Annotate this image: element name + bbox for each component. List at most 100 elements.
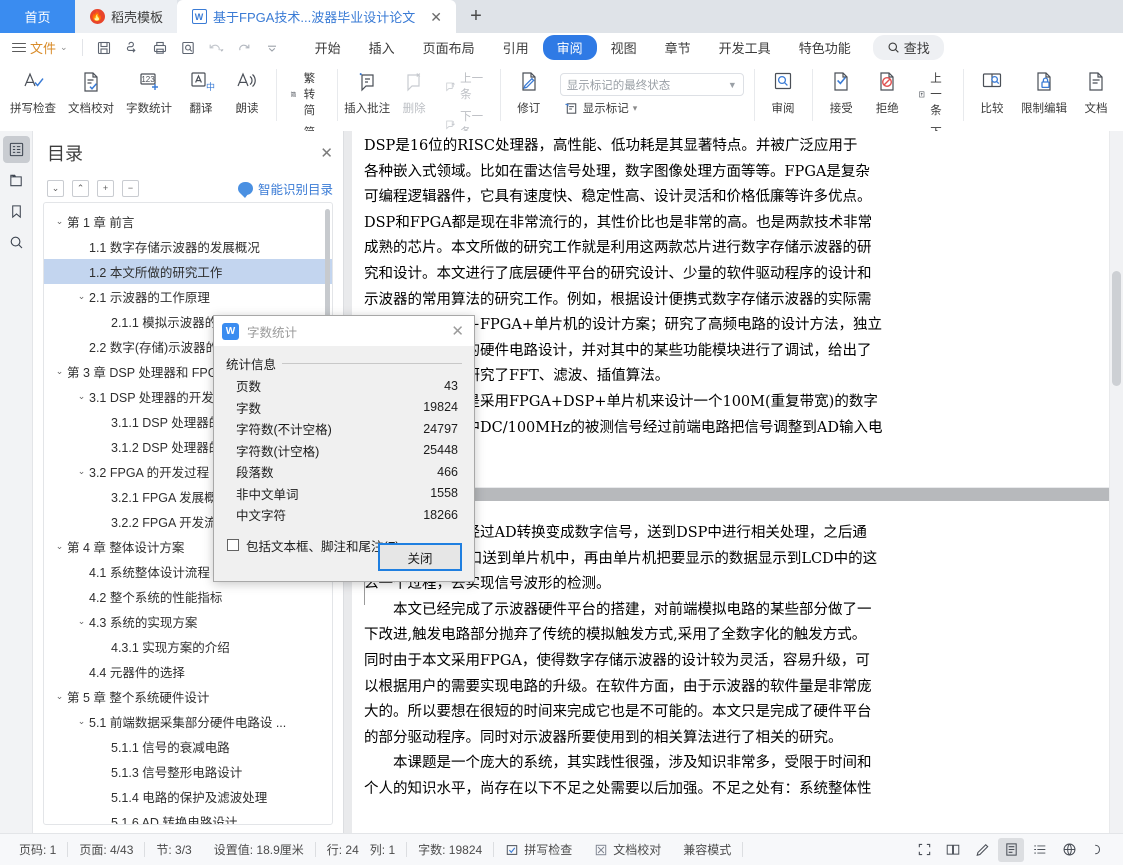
status-pages[interactable]: 页面: 4/43 (68, 841, 144, 858)
compare-button[interactable]: 比较 (969, 64, 1015, 119)
status-line[interactable]: 行: 24 (316, 841, 370, 858)
ribbon-search-button[interactable]: 查找 (872, 35, 944, 60)
status-page-number[interactable]: 页码: 1 (8, 841, 67, 858)
markup-display-select[interactable]: 显示标记的最终状态 ▼ (559, 73, 744, 96)
doc-permission-button[interactable]: 文档 (1073, 64, 1119, 119)
chevron-down-icon[interactable]: ⌄ (52, 691, 67, 702)
ribbon-tab-review[interactable]: 审阅 (542, 35, 597, 60)
outline-item[interactable]: 1.1 数字存储示波器的发展概况 (44, 234, 332, 259)
show-markup-button[interactable]: 显示标记 ▾ (560, 98, 744, 118)
zoom-slider-icon[interactable] (1085, 838, 1111, 862)
document-scrollbar[interactable] (1110, 131, 1123, 833)
outline-item[interactable]: ⌄ 第 5 章 整个系统硬件设计 (44, 684, 332, 709)
outline-item[interactable]: 5.1.1 信号的衰减电路 (44, 734, 332, 759)
cloud-sync-icon[interactable] (119, 36, 145, 60)
outline-item[interactable]: 4.3.1 实现方案的介绍 (44, 634, 332, 659)
prev-comment-button[interactable]: 上一条 (441, 68, 489, 104)
chevron-down-icon[interactable]: ⌄ (52, 541, 67, 552)
outline-item[interactable]: 5.1.4 电路的保护及滤波处理 (44, 784, 332, 809)
trad-to-simp-button[interactable]: 简 繁转简 (286, 68, 327, 120)
close-icon[interactable]: ✕ (447, 322, 468, 340)
chevron-down-icon[interactable]: ⌄ (74, 391, 89, 402)
ribbon-tab-features[interactable]: 特色功能 (785, 35, 865, 60)
edit-layout-icon[interactable] (969, 838, 995, 862)
chevron-down-icon[interactable]: ⌄ (74, 616, 89, 627)
chevron-down-icon[interactable]: ⌄ (52, 216, 67, 227)
close-icon[interactable]: ✕ (430, 10, 442, 24)
status-doc-proof-button[interactable]: 文档校对 (583, 841, 672, 858)
outline-item[interactable]: ⌄ 4.3 系统的实现方案 (44, 609, 332, 634)
outline-item[interactable]: ⌄ 5.1 前端数据采集部分硬件电路设 ... (44, 709, 332, 734)
chevron-up-icon[interactable]: ⌃ (72, 179, 89, 197)
read-aloud-button[interactable]: 朗读 (224, 64, 270, 119)
reject-button[interactable]: 拒绝 (864, 64, 910, 119)
file-menu-button[interactable]: 文件 ⌄ (6, 36, 74, 59)
chevron-down-icon[interactable]: ⌄ (74, 716, 89, 727)
status-setting-value[interactable]: 设置值: 18.9厘米 (203, 841, 315, 858)
search-panel-icon[interactable] (3, 229, 30, 256)
ribbon-tab-start[interactable]: 开始 (301, 35, 355, 60)
outline-item[interactable]: 4.2 整个系统的性能指标 (44, 584, 332, 609)
expand-plus-icon[interactable]: + (97, 179, 114, 197)
ribbon-tab-chapter[interactable]: 章节 (651, 35, 705, 60)
delete-comment-button[interactable]: 删除 (391, 64, 437, 119)
chevron-down-icon[interactable]: ⌄ (52, 366, 67, 377)
ribbon-tab-insert[interactable]: 插入 (355, 35, 409, 60)
outline-item[interactable]: 4.4 元器件的选择 (44, 659, 332, 684)
restrict-edit-button[interactable]: 限制编辑 (1015, 64, 1073, 119)
outline-item[interactable]: 5.1.6 AD 转换电路设计 (44, 809, 332, 824)
status-column[interactable]: 列: 1 (370, 841, 406, 858)
legend-rule (282, 363, 462, 364)
ribbon-tab-developer[interactable]: 开发工具 (705, 35, 785, 60)
thumbnail-panel-icon[interactable] (3, 167, 30, 194)
new-tab-button[interactable]: + (456, 0, 496, 33)
spellcheck-button[interactable]: 拼写检查 (4, 64, 62, 119)
more-commands-icon[interactable] (259, 36, 285, 60)
fullscreen-icon[interactable] (911, 838, 937, 862)
print-preview-icon[interactable] (175, 36, 201, 60)
compare-icon (979, 67, 1005, 97)
chevron-down-icon[interactable]: ⌄ (74, 466, 89, 477)
chevron-down-icon[interactable]: ⌄ (47, 179, 64, 197)
ribbon-tab-reference[interactable]: 引用 (489, 35, 543, 60)
status-section[interactable]: 节: 3/3 (145, 841, 202, 858)
document-scrollbar-thumb[interactable] (1112, 271, 1121, 386)
accept-button[interactable]: 接受 (818, 64, 864, 119)
bookmark-panel-icon[interactable] (3, 198, 30, 225)
collapse-minus-icon[interactable]: − (122, 179, 139, 197)
tab-home[interactable]: 首页 (0, 0, 75, 33)
outline-item[interactable]: 1.2 本文所做的研究工作 (44, 259, 332, 284)
status-spellcheck-button[interactable]: 拼写检查 (494, 841, 583, 858)
print-icon[interactable] (147, 36, 173, 60)
close-button[interactable]: 关闭 (378, 543, 462, 571)
tab-docer-template[interactable]: 🔥 稻壳模板 (75, 0, 178, 33)
read-layout-icon[interactable] (940, 838, 966, 862)
outline-layout-icon[interactable] (1027, 838, 1053, 862)
smart-toc-button[interactable]: 智能识别目录 (237, 179, 333, 198)
ribbon-tab-view[interactable]: 视图 (597, 35, 651, 60)
undo-icon[interactable] (203, 36, 229, 60)
web-layout-icon[interactable] (1056, 838, 1082, 862)
reviewpane-button[interactable]: 审阅 (760, 64, 806, 119)
prev-change-button[interactable]: 上一条 (914, 68, 953, 120)
status-word-count[interactable]: 字数: 19824 (407, 841, 493, 858)
outline-item[interactable]: 5.1.3 信号整形电路设计 (44, 759, 332, 784)
wordcount-button[interactable]: 123 字数统计 (120, 64, 178, 119)
save-icon[interactable] (91, 36, 117, 60)
track-changes-button[interactable]: 修订 (506, 64, 552, 119)
insert-comment-button[interactable]: 插入批注 (343, 64, 391, 119)
word-count-dialog[interactable]: W 字数统计 ✕ 统计信息 页数 43 字数 19824 字符数(不计空格) 24797 字… (213, 315, 475, 582)
doc-proof-button[interactable]: 文档校对 (62, 64, 120, 119)
outline-item[interactable]: ⌄ 第 1 章 前言 (44, 209, 332, 234)
translate-button[interactable]: 中 翻译 (178, 64, 224, 119)
status-compat-mode[interactable]: 兼容模式 (672, 841, 742, 858)
read-aloud-label: 朗读 (235, 103, 259, 115)
outline-panel-icon[interactable] (2, 136, 30, 163)
tab-document[interactable]: W 基于FPGA技术...波器毕业设计论文 ✕ (177, 0, 456, 33)
ribbon-tab-page-layout[interactable]: 页面布局 (409, 35, 489, 60)
chevron-down-icon[interactable]: ⌄ (74, 291, 89, 302)
redo-icon[interactable] (231, 36, 257, 60)
page-layout-icon[interactable] (998, 837, 1024, 862)
outline-item[interactable]: ⌄ 2.1 示波器的工作原理 (44, 284, 332, 309)
close-icon[interactable]: ✕ (320, 144, 333, 162)
